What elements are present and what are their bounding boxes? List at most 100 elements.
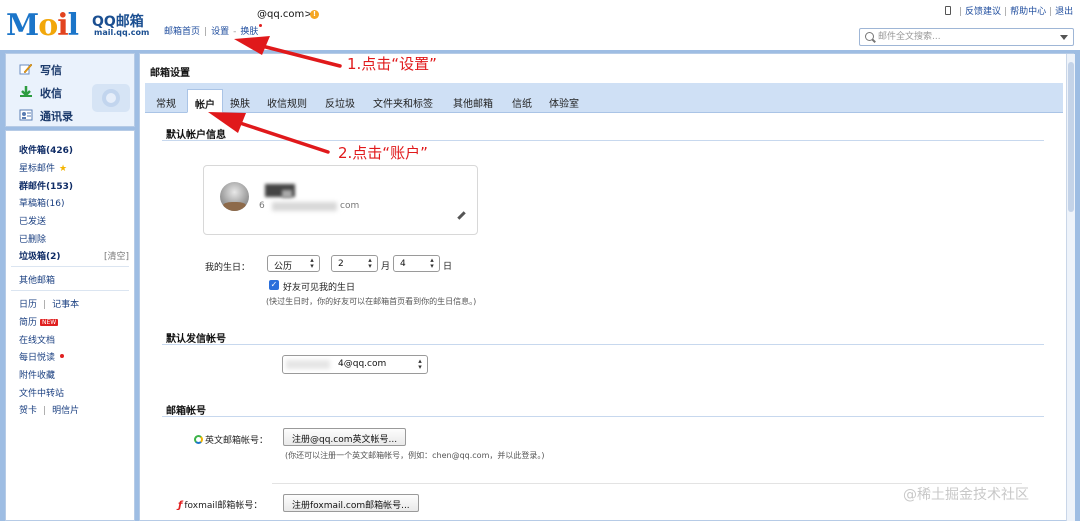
folder-spam[interactable]: 垃圾箱(2) [19, 249, 61, 262]
phone-icon[interactable] [945, 6, 951, 15]
redacted-nickname-part [282, 190, 292, 198]
select-arrows-icon: ▴ ▾ [368, 256, 372, 270]
calendar-link[interactable]: 日历 [19, 300, 37, 310]
default-sender-select[interactable]: 4@qq.com ▴ ▾ [282, 355, 428, 374]
top-nav: 邮箱首页 | 设置 - 换肤 [164, 24, 263, 37]
decorative-camera-icon [92, 84, 130, 112]
user-status-icon[interactable]: ! [310, 10, 319, 19]
select-arrows-icon: ▴ ▾ [430, 256, 434, 270]
month-unit: 月 [381, 262, 391, 272]
settings-tabs: 常规 帐户 换肤 收信规则 反垃圾 文件夹和标签 其他邮箱 信纸 体验室 [145, 83, 1063, 113]
main-panel [139, 53, 1074, 521]
section-mail-account: 邮箱帐号 [166, 406, 206, 417]
logout-link[interactable]: 退出 [1055, 7, 1073, 17]
nav-settings[interactable]: 设置 [211, 27, 229, 37]
daily-read-link[interactable]: 每日悦读 [19, 350, 65, 363]
search-dropdown-icon[interactable] [1060, 35, 1068, 40]
day-unit: 日 [443, 262, 453, 272]
quick-actions: 写信 收信 通讯录 [5, 53, 135, 127]
star-icon: ★ [59, 164, 68, 174]
section-default-account: 默认帐户信息 [166, 130, 226, 141]
qq-mail-icon [194, 435, 203, 444]
foxmail-account-label: ƒ foxmail邮箱帐号： [178, 500, 263, 511]
tab-folders-labels[interactable]: 文件夹和标签 [373, 95, 433, 110]
file-transfer-link[interactable]: 文件中转站 [19, 386, 64, 399]
redacted-sender-prefix [286, 360, 330, 369]
compose-icon [19, 63, 33, 75]
greeting-card-link[interactable]: 贺卡 [19, 406, 37, 416]
birthday-visible-checkbox[interactable]: ✓ [269, 280, 279, 290]
tab-account[interactable]: 帐户 [187, 89, 223, 113]
annotation-step-1: 1.点击“设置” [347, 55, 437, 73]
section-divider [162, 140, 1044, 141]
watermark: @稀土掘金技术社区 [903, 487, 1029, 503]
help-link[interactable]: 帮助中心 [1010, 7, 1046, 17]
nav-skin[interactable]: 换肤 [240, 27, 258, 37]
folder-starred[interactable]: 星标邮件 ★ [19, 161, 67, 174]
select-arrows-icon: ▴ ▾ [418, 357, 422, 371]
attachments-link[interactable]: 附件收藏 [19, 368, 55, 381]
divider [11, 266, 129, 267]
english-account-label: 英文邮箱帐号： [194, 433, 268, 446]
contacts-icon [19, 109, 33, 121]
calendar-type-select[interactable]: 公历 ▴ ▾ [267, 255, 320, 272]
user-email: @qq.com> [257, 9, 313, 20]
tab-general[interactable]: 常规 [156, 95, 176, 110]
folder-inbox[interactable]: 收件箱(426) [19, 143, 73, 156]
tab-skin[interactable]: 换肤 [230, 95, 250, 110]
birthday-day-select[interactable]: 4 ▴ ▾ [393, 255, 440, 272]
redacted-email [272, 202, 337, 211]
birthday-hint: (快过生日时，你的好友可以在邮箱首页看到你的生日信息。) [266, 297, 477, 306]
annotation-step-2: 2.点击“账户” [338, 144, 428, 162]
tools-row-1: 日历 | 记事本 [19, 300, 80, 310]
online-docs-link[interactable]: 在线文档 [19, 333, 55, 346]
tools-row-2: 贺卡 | 明信片 [19, 406, 80, 416]
logo-url: mail.qq.com [94, 28, 150, 37]
folder-sent[interactable]: 已发送 [19, 214, 46, 227]
folder-deleted[interactable]: 已删除 [19, 232, 46, 245]
register-english-account-button[interactable]: 注册@qq.com英文帐号... [283, 428, 407, 446]
tab-stationery[interactable]: 信纸 [512, 95, 532, 110]
birthday-label: 我的生日： [205, 263, 251, 273]
tab-mail-rules[interactable]: 收信规则 [267, 95, 307, 110]
folder-drafts[interactable]: 草稿箱(16) [19, 196, 64, 209]
account-email-prefix: 6 [259, 201, 265, 211]
foxmail-icon: ƒ [178, 500, 183, 511]
scrollbar-thumb[interactable] [1068, 62, 1074, 212]
qq-mail-logo[interactable]: Moil [6, 8, 79, 43]
unread-dot-icon [60, 354, 65, 358]
search-box[interactable] [859, 28, 1074, 46]
tab-anti-spam[interactable]: 反垃圾 [325, 95, 355, 110]
new-badge: NEW [40, 319, 59, 326]
folder-group-mail[interactable]: 群邮件(153) [19, 179, 73, 192]
account-email-suffix: com [340, 201, 360, 211]
scrollbar[interactable] [1066, 54, 1075, 521]
avatar[interactable] [220, 182, 249, 211]
new-dot-icon [259, 24, 263, 27]
other-mailbox-link[interactable]: 其他邮箱 [19, 273, 55, 286]
notes-link[interactable]: 记事本 [52, 300, 79, 310]
birthday-month-select[interactable]: 2 ▴ ▾ [331, 255, 378, 272]
folder-list: 收件箱(426) 星标邮件 ★ 群邮件(153) 草稿箱(16) 已发送 已删除 … [5, 130, 135, 521]
page-title: 邮箱设置 [150, 68, 190, 79]
tab-other-mailbox[interactable]: 其他邮箱 [453, 95, 493, 110]
edit-pencil-icon[interactable] [457, 211, 466, 220]
receive-icon [20, 86, 32, 97]
clear-spam-link[interactable]: [清空] [104, 249, 129, 262]
search-icon[interactable] [865, 32, 874, 41]
header: Moil QQ邮箱 mail.qq.com @qq.com> ! 邮箱首页 | 设置… [0, 0, 1080, 50]
english-account-hint: (你还可以注册一个英文邮箱帐号，例如：chen@qq.com，并以此登录。) [285, 451, 545, 460]
birthday-visible-label: 好友可见我的生日 [283, 283, 356, 293]
section-divider [162, 344, 1044, 345]
section-default-sender: 默认发信帐号 [166, 334, 226, 345]
postcard-link[interactable]: 明信片 [52, 406, 79, 416]
feedback-link[interactable]: 反馈建议 [965, 7, 1001, 17]
search-input[interactable] [878, 30, 1048, 44]
tab-lab[interactable]: 体验室 [549, 95, 579, 110]
select-arrows-icon: ▴ ▾ [310, 256, 314, 270]
top-links: | 反馈建议 | 帮助中心 | 退出 [945, 4, 1073, 17]
resume-link[interactable]: 简历 NEW [19, 315, 59, 328]
register-foxmail-account-button[interactable]: 注册foxmail.com邮箱帐号... [283, 494, 419, 512]
divider [11, 290, 129, 291]
nav-mail-home[interactable]: 邮箱首页 [164, 27, 200, 37]
